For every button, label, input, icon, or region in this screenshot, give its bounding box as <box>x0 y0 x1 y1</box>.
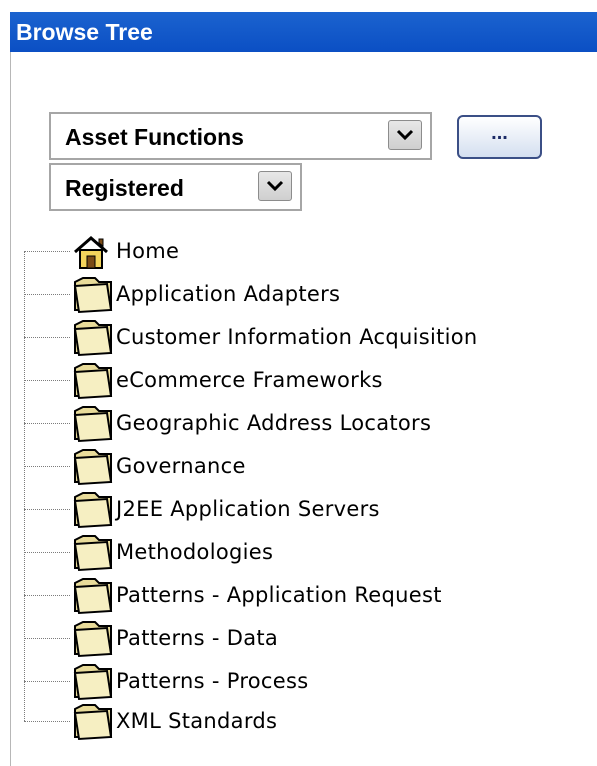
tree-node-label: Methodologies <box>116 540 274 564</box>
tree-node-label: Customer Information Acquisition <box>116 325 478 349</box>
tree-connector <box>24 721 70 722</box>
tree-node-label: Patterns - Application Request <box>116 583 442 607</box>
tree-connector <box>24 595 70 596</box>
tree-node-label: Geographic Address Locators <box>116 411 432 435</box>
browse-tree-panel: Browse Tree Asset Functions ... Register… <box>0 0 597 766</box>
tree-node-label: Patterns - Process <box>116 669 309 693</box>
tree-connector <box>24 552 70 553</box>
registered-value: Registered <box>65 175 184 201</box>
tree-node-label: Governance <box>116 454 246 478</box>
tree-node-j2ee-application-servers[interactable]: J2EE Application Servers <box>24 488 584 530</box>
tree-connector <box>24 294 70 295</box>
tree-node-label: Home <box>116 239 180 263</box>
tree-node-label: Application Adapters <box>116 282 341 306</box>
chevron-down-icon[interactable] <box>258 171 292 201</box>
tree-node-geographic-address-locators[interactable]: Geographic Address Locators <box>24 402 584 444</box>
tree-node-label: J2EE Application Servers <box>116 497 380 521</box>
tree-node-patterns-application-request[interactable]: Patterns - Application Request <box>24 574 584 616</box>
tree-node-application-adapters[interactable]: Application Adapters <box>24 273 584 315</box>
tree-connector <box>24 423 70 424</box>
tree-node-label: Patterns - Data <box>116 626 279 650</box>
panel-left-border <box>10 52 11 766</box>
tree-connector <box>24 509 70 510</box>
tree-connector <box>24 337 70 338</box>
tree-connector <box>24 251 70 252</box>
tree-node-home[interactable]: Home <box>24 230 584 272</box>
tree-connector <box>24 638 70 639</box>
more-options-button[interactable]: ... <box>457 115 542 159</box>
tree-node-patterns-data[interactable]: Patterns - Data <box>24 617 584 659</box>
tree-node-methodologies[interactable]: Methodologies <box>24 531 584 573</box>
asset-functions-select[interactable]: Asset Functions <box>49 112 432 160</box>
tree-node-patterns-process[interactable]: Patterns - Process <box>24 660 584 702</box>
tree-node-customer-information-acquisition[interactable]: Customer Information Acquisition <box>24 316 584 358</box>
tree-node-ecommerce-frameworks[interactable]: eCommerce Frameworks <box>24 359 584 401</box>
chevron-down-icon[interactable] <box>388 120 422 150</box>
tree-connector <box>24 681 70 682</box>
tree-node-label: eCommerce Frameworks <box>116 368 383 392</box>
panel-title: Browse Tree <box>10 12 597 52</box>
tree-node-label: XML Standards <box>116 709 278 733</box>
registered-select[interactable]: Registered <box>49 163 302 211</box>
tree-node-xml-standards[interactable]: XML Standards <box>24 700 584 742</box>
tree-connector <box>24 380 70 381</box>
asset-functions-value: Asset Functions <box>65 124 244 150</box>
tree-connector <box>24 466 70 467</box>
tree-node-governance[interactable]: Governance <box>24 445 584 487</box>
